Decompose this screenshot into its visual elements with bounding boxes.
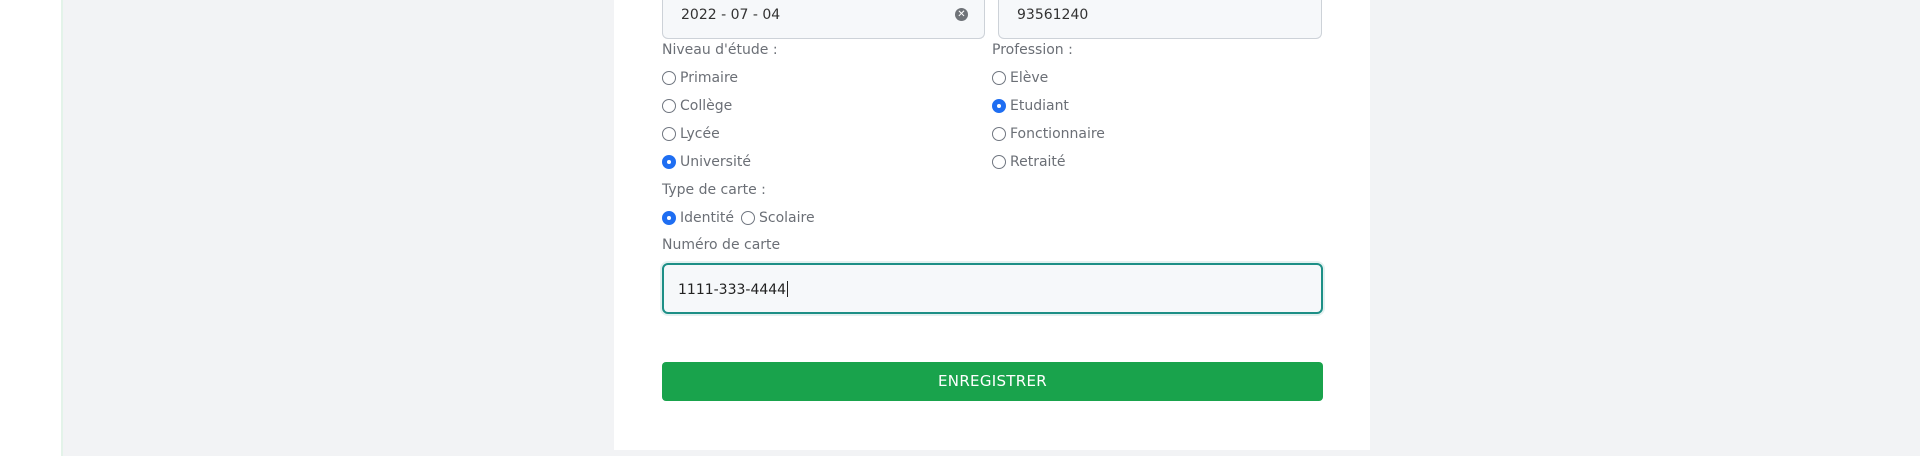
numero-carte-text: 1111-333-4444 — [678, 282, 787, 298]
type-carte-label: Type de carte : — [662, 182, 766, 198]
radio-scolaire[interactable]: Scolaire — [741, 209, 815, 227]
radio-label: Lycée — [680, 126, 720, 142]
radio-label: Retraité — [1010, 154, 1066, 170]
radio-circle[interactable] — [992, 155, 1006, 169]
profession-label: Profession : — [992, 42, 1073, 58]
radio-circle[interactable] — [662, 127, 676, 141]
radio-label: Scolaire — [759, 210, 815, 226]
radio-circle[interactable] — [662, 71, 676, 85]
radio-label: Fonctionnaire — [1010, 126, 1105, 142]
radio-universite[interactable]: Université — [662, 153, 751, 171]
radio-lycee[interactable]: Lycée — [662, 125, 720, 143]
radio-label: Collège — [680, 98, 733, 114]
radio-retraite[interactable]: Retraité — [992, 153, 1066, 171]
radio-label: Primaire — [680, 70, 739, 86]
niveau-label: Niveau d'étude : — [662, 42, 778, 58]
phone-field[interactable]: 93561240 — [998, 0, 1322, 39]
date-value: 2022 - 07 - 04 — [681, 7, 781, 23]
numero-carte-value: 1111-333-4444 — [678, 281, 789, 298]
radio-circle[interactable] — [662, 99, 676, 113]
submit-button[interactable]: ENREGISTRER — [662, 362, 1323, 401]
radio-circle[interactable] — [992, 71, 1006, 85]
radio-circle[interactable] — [992, 127, 1006, 141]
date-field[interactable]: 2022 - 07 - 04 ✕ — [662, 0, 985, 39]
radio-fonctionnaire[interactable]: Fonctionnaire — [992, 125, 1105, 143]
radio-label: Université — [680, 154, 751, 170]
radio-circle-checked[interactable] — [662, 155, 676, 169]
radio-etudiant[interactable]: Etudiant — [992, 97, 1069, 115]
radio-label: Elève — [1010, 70, 1049, 86]
radio-primaire[interactable]: Primaire — [662, 69, 738, 87]
numero-carte-label: Numéro de carte — [662, 237, 781, 253]
radio-circle-checked[interactable] — [662, 211, 676, 225]
radio-label: Identité — [680, 210, 734, 226]
left-strip — [0, 0, 61, 456]
phone-value: 93561240 — [1017, 7, 1089, 23]
radio-eleve[interactable]: Elève — [992, 69, 1048, 87]
radio-identite[interactable]: Identité — [662, 209, 734, 227]
radio-college[interactable]: Collège — [662, 97, 732, 115]
text-caret — [787, 281, 789, 297]
radio-label: Etudiant — [1010, 98, 1069, 114]
radio-circle[interactable] — [741, 211, 755, 225]
radio-circle-checked[interactable] — [992, 99, 1006, 113]
numero-carte-input[interactable]: 1111-333-4444 — [662, 263, 1323, 314]
clear-icon[interactable]: ✕ — [955, 8, 968, 21]
